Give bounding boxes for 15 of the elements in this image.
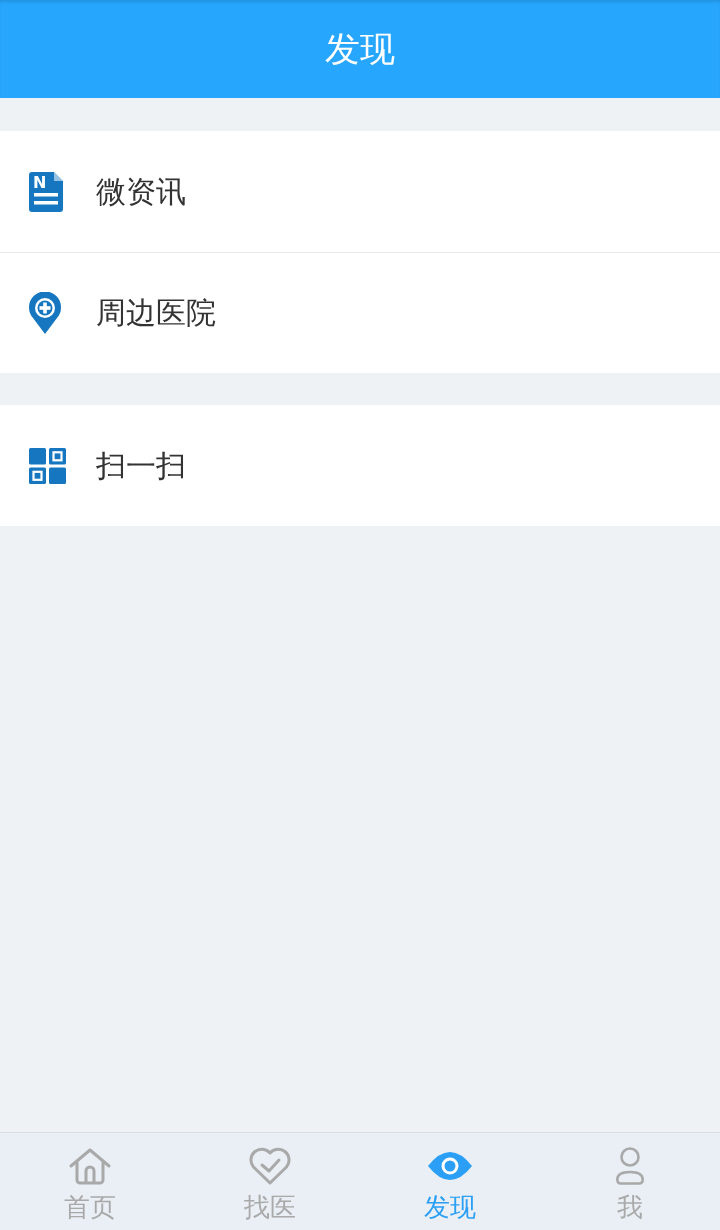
eye-icon xyxy=(428,1152,472,1180)
heart-check-icon xyxy=(248,1146,292,1186)
menu-item[interactable]: 扫一扫 xyxy=(0,405,720,526)
tab[interactable]: 我 xyxy=(540,1133,720,1230)
tab[interactable]: 首页 xyxy=(0,1133,180,1230)
grid-icon xyxy=(29,447,66,484)
tab[interactable]: 找医 xyxy=(180,1133,360,1230)
location-pin-icon xyxy=(29,292,61,334)
home-icon xyxy=(68,1147,112,1185)
menu-item[interactable]: 周边医院 xyxy=(0,252,720,373)
document-icon: N xyxy=(29,171,63,212)
menu-item[interactable]: N 微资讯 xyxy=(0,131,720,252)
tab[interactable]: 发现 xyxy=(360,1133,540,1230)
page-title: 发现 xyxy=(325,31,395,67)
person-icon xyxy=(615,1147,645,1185)
